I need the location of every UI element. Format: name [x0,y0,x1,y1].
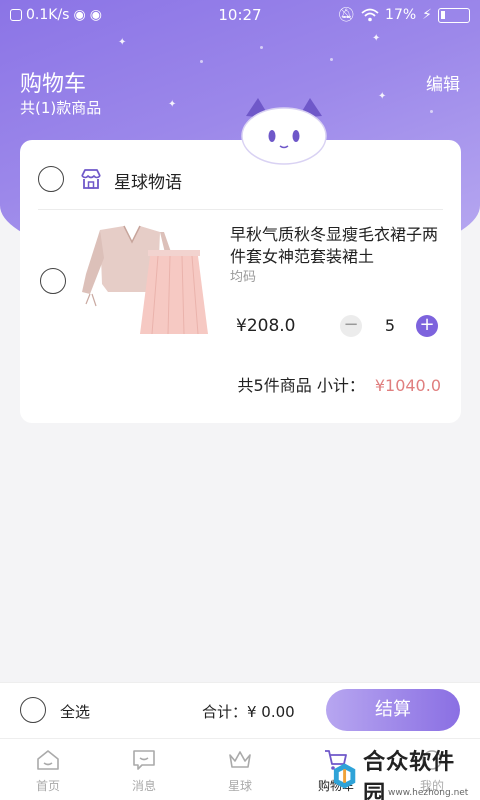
star-decoration: ✦ [372,33,381,44]
home-icon [37,750,59,770]
product-title[interactable]: 早秋气质秋冬显瘦毛衣裙子两件套女神范套装裙土 [230,224,450,268]
status-bar: 0.1K/s ◉ ◉ 10:27 🔕︎ 17% ⚡ [0,0,480,30]
mascot-icon [241,98,327,165]
checkout-bar: 全选 合计：¥ 0.00 结算 [0,682,480,738]
tab-planet[interactable]: 星球 [192,739,288,800]
item-count: 共(1)款商品 [20,99,102,117]
battery-icon [438,7,470,23]
quantity-increase-button[interactable]: + [416,315,438,337]
star-decoration: ✦ [378,91,387,102]
watermark: 合众软件园 www.hezhong.net [330,750,475,800]
star-decoration: ✦ [118,37,127,48]
star-dot [200,60,203,63]
message-icon [133,750,155,770]
edit-button[interactable]: 编辑 [426,70,460,95]
total-price: 合计：¥ 0.00 [202,703,295,721]
checkout-button[interactable]: 结算 [326,689,460,731]
tab-label: 星球 [227,779,252,793]
tab-label: 消息 [131,779,156,793]
star-decoration: ✦ [168,99,177,110]
product-spec: 均码 [230,270,257,285]
watermark-url: www.hezhong.net [388,788,469,798]
wifi-icon [361,8,379,22]
divider [38,209,443,210]
product-select-checkbox[interactable] [40,268,66,294]
subtotal-label: 共5件商品 小计： [237,376,365,395]
mute-icon: 🔕︎ [337,7,356,23]
subtotal-row: 共5件商品 小计： ¥1040.0 [238,372,441,396]
notification-icon: ◉ [89,7,102,23]
select-all-checkbox[interactable] [20,697,46,723]
tab-messages[interactable]: 消息 [96,739,192,800]
store-name[interactable]: 星球物语 [114,168,182,193]
signal-off-icon [10,9,22,21]
star-dot [430,110,433,113]
store-icon [81,169,101,189]
store-select-checkbox[interactable] [38,166,64,192]
star-dot [260,46,263,49]
watermark-logo-icon [333,763,356,789]
select-all-label[interactable]: 全选 [60,701,90,722]
page-title: 购物车 [20,72,87,97]
charging-icon: ⚡ [422,7,432,23]
star-dot [330,58,333,61]
product-image[interactable] [80,222,210,340]
notification-icon: ◉ [73,7,86,23]
crown-icon [229,751,251,768]
battery-percent: 17% [385,7,417,23]
network-speed: 0.1K/s [26,7,70,23]
quantity-decrease-button[interactable]: − [340,315,362,337]
status-time: 10:27 [218,6,262,24]
tab-home[interactable]: 首页 [0,739,96,800]
status-right: 🔕︎ 17% ⚡ [290,7,470,23]
tab-label: 首页 [35,779,60,793]
cart-card: 星球物语 早秋气质秋冬显瘦毛衣裙子两件套女神范套装裙土 均码 ¥208.0 − … [20,140,461,423]
status-left: 0.1K/s ◉ ◉ [10,7,190,23]
product-price: ¥208.0 [236,316,296,336]
subtotal-amount: ¥1040.0 [374,376,441,395]
quantity-value: 5 [384,316,396,335]
